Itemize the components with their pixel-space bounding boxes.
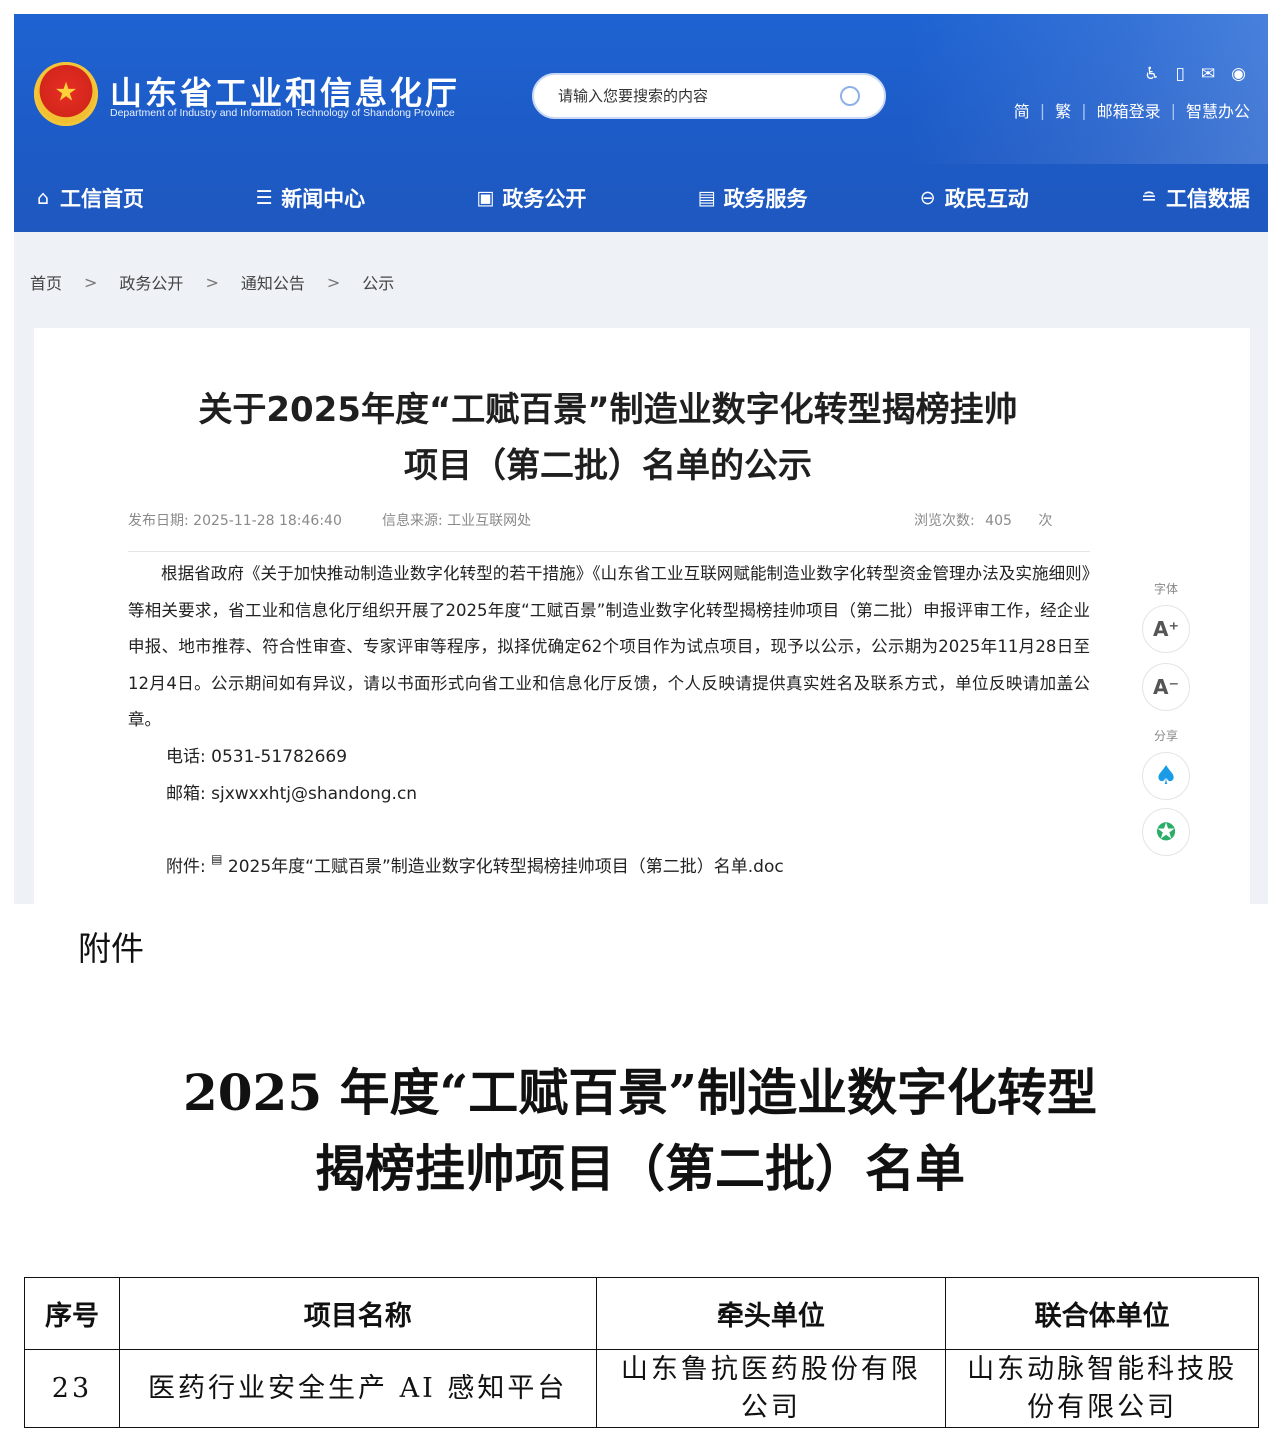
cell-project-name: 医药行业安全生产 AI 感知平台: [118, 1349, 597, 1428]
qq-icon: ♠: [1154, 761, 1178, 791]
breadcrumb-separator: >: [84, 272, 98, 292]
site-header: ★ 山东省工业和信息化厅 Department of Industry and …: [14, 14, 1268, 232]
mail-login-link[interactable]: 邮箱登录: [1097, 98, 1161, 122]
email-value[interactable]: sjxwxxhtj@shandong.cn: [211, 784, 417, 804]
nav-label: 政务公开: [502, 187, 587, 211]
divider: |: [1039, 100, 1046, 120]
share-label: 分享: [1153, 729, 1178, 743]
wechat-icon: ✪: [1155, 818, 1177, 846]
contact-email: 邮箱: sjxwxxhtj@shandong.cn: [166, 779, 417, 804]
font-increase-button[interactable]: A⁺: [1142, 605, 1190, 653]
attachment: 附件: ▤ 2025年度“工赋百景”制造业数字化转型揭榜挂帅项目（第二批）名单.…: [166, 852, 784, 877]
breadcrumb-separator: >: [205, 272, 219, 292]
top-icon-bar: ♿ ▯ ✉ ◉: [1144, 64, 1246, 84]
lang-simplified-link[interactable]: 简: [1014, 98, 1030, 122]
doc-file-icon: ▤: [211, 852, 223, 866]
share-wechat-button[interactable]: ✪: [1142, 808, 1190, 856]
nav-label: 工信数据: [1165, 187, 1250, 211]
column-header-project: 项目名称: [118, 1277, 597, 1350]
nav-item-news[interactable]: ☰ 新闻中心: [253, 170, 366, 226]
cell-index: 23: [24, 1349, 120, 1428]
font-size-label: 字体: [1153, 582, 1178, 596]
column-header-lead-unit: 牵头单位: [595, 1277, 947, 1350]
attachment-label: 附件:: [166, 857, 206, 877]
search-box[interactable]: [532, 73, 886, 119]
publish-date-label: 发布日期:: [128, 513, 189, 529]
column-header-index: 序号: [24, 1277, 120, 1350]
service-icon: ▤: [697, 187, 716, 209]
info-source-value: 工业互联网处: [447, 513, 532, 529]
header-background-image: [908, 14, 1268, 164]
article-title-line1: 关于2025年度“工赋百景”制造业数字化转型揭榜挂帅: [198, 390, 1018, 430]
info-source-label: 信息来源:: [382, 513, 443, 529]
info-source: 信息来源: 工业互联网处: [382, 510, 531, 530]
home-icon: ⌂: [36, 187, 50, 209]
publish-date-value: 2025-11-28 18:46:40: [193, 513, 342, 529]
nav-label: 新闻中心: [281, 187, 366, 211]
breadcrumb-publicity[interactable]: 公示: [362, 270, 394, 294]
site-subtitle: Department of Industry and Information T…: [110, 107, 455, 119]
chat-icon: ⊖: [919, 187, 936, 209]
mobile-icon[interactable]: ▯: [1176, 64, 1185, 84]
divider: |: [1170, 100, 1176, 120]
document-title-line1: 2025 年度“工赋百景”制造业数字化转型: [182, 1063, 1098, 1122]
attachment-file-link[interactable]: 2025年度“工赋百景”制造业数字化转型揭榜挂帅项目（第二批）名单.doc: [228, 857, 784, 877]
nav-item-interaction[interactable]: ⊖ 政民互动: [917, 170, 1029, 226]
breadcrumb-gov-affairs[interactable]: 政务公开: [119, 270, 183, 294]
monitor-icon: ▣: [476, 187, 495, 209]
nav-label: 政务服务: [723, 187, 808, 211]
view-count-label: 浏览次数:: [914, 513, 975, 529]
font-decrease-button[interactable]: A⁻: [1142, 663, 1190, 711]
column-header-consortium: 联合体单位: [945, 1277, 1259, 1350]
project-list-table: 序号 项目名称 牵头单位 联合体单位 23 医药行业安全生产 AI 感知平台 山…: [24, 1277, 1259, 1428]
table-header-row: 序号 项目名称 牵头单位 联合体单位: [24, 1277, 1259, 1350]
breadcrumb: 首页 > 政务公开 > 通知公告 > 公示: [30, 270, 394, 294]
divider: |: [1081, 100, 1087, 120]
attachment-heading: 附件: [78, 929, 144, 968]
nav-label: 政民互动: [944, 187, 1029, 211]
article-title-line2: 项目（第二批）名单的公示: [404, 446, 812, 486]
side-tools: 字体 A⁺ A⁻ 分享 ♠ ✪: [1140, 580, 1192, 864]
nav-item-home[interactable]: ⌂ 工信首页: [32, 170, 144, 226]
accessibility-icon[interactable]: ♿: [1144, 64, 1159, 84]
national-emblem-logo[interactable]: ★: [34, 62, 98, 126]
article-body: 根据省政府《关于加快推动制造业数字化转型的若干措施》《山东省工业互联网赋能制造业…: [128, 564, 1090, 729]
smart-office-link[interactable]: 智慧办公: [1186, 98, 1250, 122]
table-row: 23 医药行业安全生产 AI 感知平台 山东鲁抗医药股份有限公司 山东动脉智能科…: [24, 1349, 1259, 1428]
nav-item-gov-services[interactable]: ▤ 政务服务: [696, 170, 808, 226]
news-icon: ☰: [255, 187, 273, 209]
nav-item-gov-affairs[interactable]: ▣ 政务公开: [474, 170, 586, 226]
search-icon[interactable]: [840, 86, 860, 106]
nav-label: 工信首页: [60, 187, 144, 211]
view-count-unit: 次: [1038, 513, 1053, 529]
search-input[interactable]: [558, 87, 828, 105]
phone-label: 电话:: [166, 747, 206, 767]
lang-traditional-link[interactable]: 繁: [1055, 98, 1071, 122]
cell-lead-unit: 山东鲁抗医药股份有限公司: [595, 1349, 947, 1428]
contact-phone: 电话: 0531-51782669: [166, 742, 347, 767]
publish-date: 发布日期: 2025-11-28 18:46:40: [128, 510, 342, 530]
weibo-icon[interactable]: ◉: [1231, 64, 1246, 84]
article-title: 关于2025年度“工赋百景”制造业数字化转型揭榜挂帅 项目（第二批）名单的公示: [0, 382, 1216, 494]
breadcrumb-notices[interactable]: 通知公告: [241, 270, 305, 294]
email-label: 邮箱:: [166, 784, 206, 804]
top-links: 简 | 繁 | 邮箱登录 | 智慧办公: [1014, 98, 1250, 122]
breadcrumb-separator: >: [326, 272, 341, 292]
main-nav: ⌂ 工信首页 ☰ 新闻中心 ▣ 政务公开 ▤ 政务服务 ⊖ 政民互动 ≘ 工信数…: [14, 170, 1268, 226]
phone-value: 0531-51782669: [211, 747, 348, 767]
share-qq-button[interactable]: ♠: [1142, 752, 1190, 800]
cell-consortium-unit: 山东动脉智能科技股份有限公司: [945, 1349, 1259, 1428]
nav-item-data[interactable]: ≘ 工信数据: [1138, 170, 1250, 226]
view-count-value: 405: [985, 513, 1012, 529]
document-title: 2025 年度“工赋百景”制造业数字化转型 揭榜挂帅项目（第二批）名单: [0, 1055, 1280, 1207]
wechat-icon[interactable]: ✉: [1201, 64, 1215, 84]
document-title-line2: 揭榜挂帅项目（第二批）名单: [315, 1139, 965, 1198]
breadcrumb-home[interactable]: 首页: [30, 270, 62, 294]
meta-divider: [128, 551, 1090, 552]
database-icon: ≘: [1140, 187, 1157, 209]
view-count: 浏览次数: 405 次: [914, 510, 1052, 530]
